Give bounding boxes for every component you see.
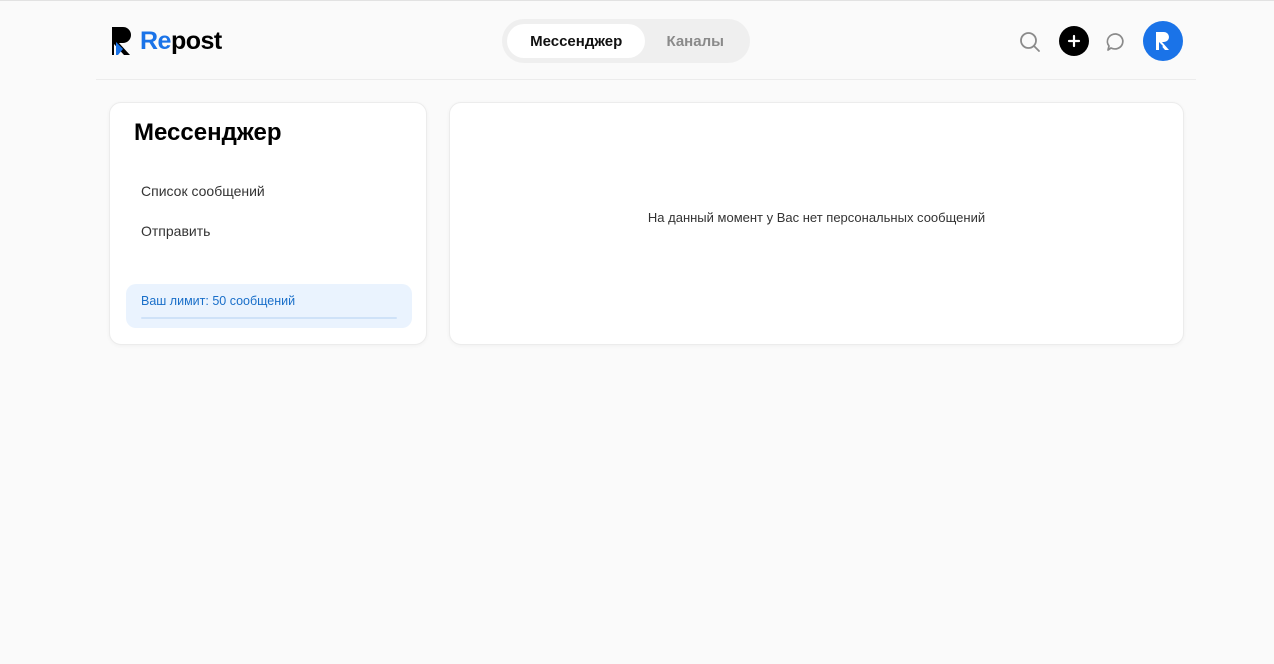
create-button[interactable] [1059, 26, 1089, 56]
messages-button[interactable] [1104, 30, 1128, 54]
avatar-logo-icon [1156, 32, 1169, 50]
user-avatar[interactable] [1143, 21, 1183, 61]
tab-messenger[interactable]: Мессенджер [507, 24, 646, 58]
brand-name: Repost [140, 26, 222, 55]
sidebar-item-message-list[interactable]: Список сообщений [141, 183, 265, 199]
sidebar-title: Мессенджер [134, 119, 282, 146]
plus-icon [1067, 34, 1081, 48]
main-tabs: Мессенджер Каналы [502, 19, 750, 63]
messenger-sidebar: Мессенджер Список сообщений Отправить Ва… [109, 102, 427, 345]
messages-panel: На данный момент у Вас нет персональных … [449, 102, 1184, 345]
limit-progress-bar [141, 317, 397, 319]
search-icon [1020, 32, 1040, 52]
message-limit-box: Ваш лимит: 50 сообщений [126, 284, 412, 328]
chat-icon [1106, 33, 1124, 51]
search-button[interactable] [1018, 30, 1042, 54]
repost-logo-icon [112, 27, 131, 55]
empty-state-message: На данный момент у Вас нет персональных … [647, 210, 986, 225]
tab-channels[interactable]: Каналы [645, 24, 745, 58]
limit-label: Ваш лимит: 50 сообщений [141, 294, 296, 308]
brand-logo[interactable]: Repost [110, 25, 222, 57]
app-header: Repost Мессенджер Каналы [96, 1, 1196, 80]
sidebar-item-send[interactable]: Отправить [141, 223, 210, 239]
